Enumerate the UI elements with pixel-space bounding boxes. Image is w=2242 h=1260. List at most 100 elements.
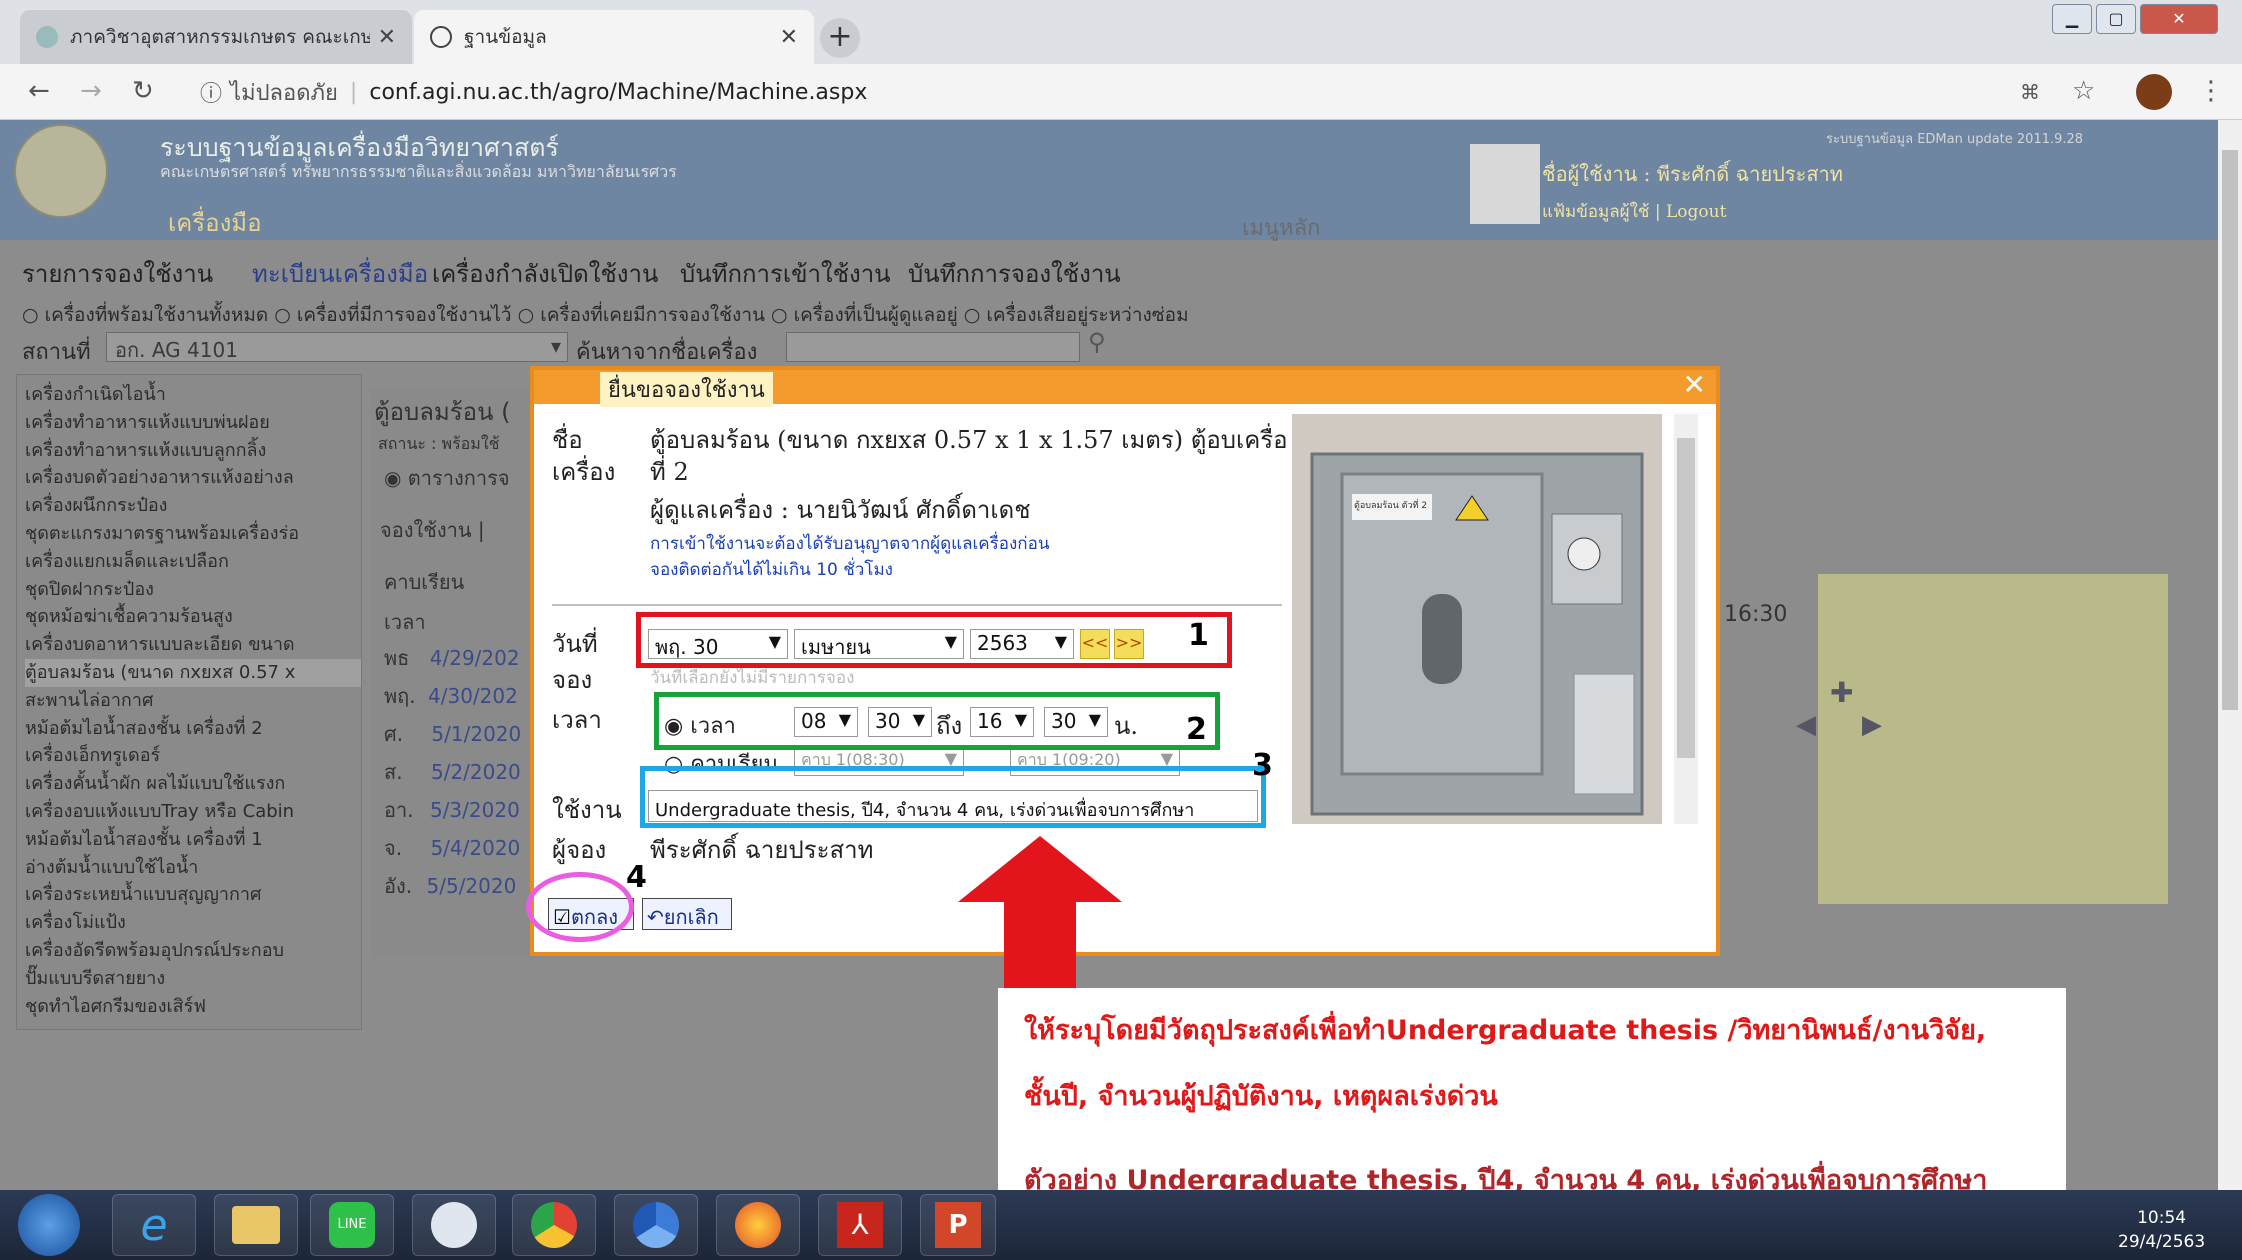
new-tab-button[interactable]: + [820,18,860,58]
list-item[interactable]: เครื่องเอ็กทรูเดอร์ [25,742,361,770]
period-header: คาบเรียน [384,570,465,594]
taskbar-clock[interactable]: 10:54 29/4/2563 [2118,1206,2205,1254]
address-bar[interactable]: ⓘ ไม่ปลอดภัย | conf.agi.nu.ac.th/agro/Ma… [180,72,1960,112]
list-item[interactable]: หม้อต้มไอน้ำสองชั้น เครื่องที่ 2 [25,715,361,743]
page-scrollbar[interactable] [2218,120,2242,1190]
list-item[interactable]: เครื่องอัดรีดพร้อมอุปกรณ์ประกอบ [25,937,361,965]
list-item[interactable]: เครื่องอบแห้งแบบTray หรือ Cabin [25,798,361,826]
list-item[interactable]: ชุดหม้อฆ่าเชื้อความร้อนสูง [25,603,361,631]
date-label-2: จอง [552,666,593,694]
close-tab-icon[interactable]: ✕ [780,25,798,50]
list-item[interactable]: เครื่องแยกเมล็ดและเปลือก [25,548,361,576]
close-window-button[interactable]: ✕ [2140,4,2218,34]
forward-icon[interactable]: → [80,76,102,106]
binoculars-icon[interactable]: ⚲ [1088,328,1106,356]
close-tab-icon[interactable]: ✕ [378,25,396,50]
time-header: เวลา [384,610,426,634]
chrome-alt-icon[interactable] [614,1194,698,1256]
list-item[interactable]: เครื่องระเหยน้ำแบบสุญญากาศ [25,881,361,909]
annotation-4: 4 [626,860,647,895]
firefox-icon[interactable] [716,1194,800,1256]
minimize-button[interactable]: ▁ [2052,4,2092,34]
right-arrow-icon[interactable]: ▶ [1862,710,1882,740]
list-item[interactable]: ชุดทำไอศกรีมของเสิร์ฟ [25,993,361,1021]
tab-in-use[interactable]: เครื่องกำลังเปิดใช้งาน [432,254,658,293]
list-item[interactable]: เครื่องบดอาหารแบบละเอียด ขนาด [25,631,361,659]
list-item[interactable]: ชุดปิดฝากระป๋อง [25,576,361,604]
tab-bookings[interactable]: รายการจองใช้งาน [22,254,213,293]
booker-name: พีระศักดิ์ ฉายประสาท [650,836,874,864]
row-date-link[interactable]: 5/1/2020 [431,722,521,746]
list-item[interactable]: เครื่องทำอาหารแห้งแบบลูกกลิ้ง [25,437,361,465]
logout-link[interactable]: Logout [1666,202,1726,222]
explorer-icon[interactable] [214,1194,298,1256]
dialog-scrollbar[interactable] [1674,414,1698,824]
profile-link[interactable]: แฟ้มข้อมูลผู้ใช้ [1542,202,1649,222]
row-date-link[interactable]: 5/4/2020 [430,836,520,860]
acrobat-icon[interactable]: ⅄ [818,1194,902,1256]
main-menu-link[interactable]: เมนูหลัก [1242,210,1320,245]
tab-booking-log[interactable]: บันทึกการจองใช้งาน [908,254,1121,293]
user-name: ชื่อผู้ใช้งาน : พีระศักดิ์ ฉายประสาท [1542,162,1843,186]
list-item[interactable]: สะพานไล่อากาศ [25,687,361,715]
tab-database[interactable]: ฐานข้อมูล ✕ [414,10,814,64]
scrollbar-thumb[interactable] [2222,150,2238,710]
site-subtitle: คณะเกษตรศาสตร์ ทรัพยากรธรรมชาติและสิ่งแว… [160,162,677,181]
machine-list[interactable]: เครื่องกำเนิดไอน้ำ เครื่องทำอาหารแห้งแบบ… [16,374,362,1030]
list-item[interactable]: เครื่องกำเนิดไอน้ำ [25,381,361,409]
back-icon[interactable]: ← [28,76,50,106]
globe-icon [430,26,452,48]
bookmark-star-icon[interactable]: ☆ [2072,76,2095,106]
row-date-link[interactable]: 4/30/202 [428,684,518,708]
list-item[interactable]: ชุดตะแกรงมาตรฐานพร้อมเครื่องร่อ [25,520,361,548]
maximize-button[interactable]: ▢ [2096,4,2136,34]
row-date-link[interactable]: 5/3/2020 [430,798,520,822]
booker-label: ผู้จอง [552,836,607,864]
detail-title: ตู้อบลมร้อน ( [374,398,511,426]
tab-register[interactable]: ทะเบียนเครื่องมือ [252,254,428,293]
tab-book[interactable]: จองใช้งาน | [380,514,485,546]
list-item[interactable]: หม้อต้มไอน้ำสองชั้น เครื่องที่ 1 [25,826,361,854]
snipping-icon[interactable] [412,1194,496,1256]
list-item[interactable]: เครื่องผนึกกระป๋อง [25,492,361,520]
start-icon[interactable] [18,1194,80,1256]
list-item-selected[interactable]: ตู้อบลมร้อน (ขนาด กxยxส 0.57 x [25,658,361,687]
list-item[interactable]: อ่างต้มน้ำแบบใช้ไอน้ำ [25,854,361,882]
tab-strip: ภาควิชาอุตสาหกรรมเกษตร คณะเกษ... ✕ ฐานข้… [0,0,2242,64]
supervisor: ผู้ดูแลเครื่อง : นายนิวัฒน์ ศักดิ์ดาเดช [650,496,1031,524]
info-icon[interactable]: ⓘ [200,76,222,108]
schedule-row: จ. 5/4/2020 [384,832,520,864]
tab-schedule[interactable]: ◉ ตารางการจ [384,462,510,494]
left-arrow-icon[interactable]: ◀ [1796,710,1816,740]
time-1630: 16:30 [1724,602,1788,627]
insecure-label: ไม่ปลอดภัย [230,80,338,106]
row-date-link[interactable]: 5/2/2020 [431,760,521,784]
location-select[interactable]: อก. AG 4101 ▾ [106,332,568,362]
machine-filter-radios[interactable]: ○ เครื่องที่พร้อมใช้งานทั้งหมด ○ เครื่อง… [22,300,1189,330]
list-item[interactable]: เครื่องบดตัวอย่างอาหารแห้งอย่างล [25,464,361,492]
list-item[interactable]: เครื่องโม่แป้ง [25,909,361,937]
search-machine-input[interactable] [786,332,1080,362]
tab-usage-log[interactable]: บันทึกการเข้าใช้งาน [680,254,891,293]
schedule-row: ศ. 5/1/2020 [384,718,521,750]
scrollbar-thumb[interactable] [1677,438,1695,758]
list-item[interactable]: ปั๊มแบบรีดสายยาง [25,965,361,993]
menu-kebab-icon[interactable]: ⋮ [2198,76,2224,106]
reload-icon[interactable]: ↻ [132,76,154,106]
chrome-icon[interactable] [512,1194,596,1256]
row-date-link[interactable]: 4/29/202 [430,646,520,670]
line-icon[interactable]: LINE [310,1194,394,1256]
up-arrow-icon[interactable]: ✚ [1830,676,1853,709]
list-item[interactable]: เครื่องทำอาหารแห้งแบบพ่นฝอย [25,409,361,437]
row-date-link[interactable]: 5/5/2020 [427,874,517,898]
ie-icon[interactable]: e [112,1194,196,1256]
version-text: ระบบฐานข้อมูล EDMan update 2011.9.28 [1826,132,2084,147]
tab-faculty[interactable]: ภาควิชาอุตสาหกรรมเกษตร คณะเกษ... ✕ [20,10,412,64]
list-item[interactable]: เครื่องคั้นน้ำผัก ผลไม้แบบใช้แรงก [25,770,361,798]
cancel-button[interactable]: ↶ยกเลิก [642,898,732,930]
close-dialog-icon[interactable]: ✕ [1683,368,1706,401]
translate-icon[interactable]: ⌘ [2020,80,2040,104]
powerpoint-icon[interactable]: P [920,1194,996,1256]
highlight-box-time [654,692,1220,750]
profile-avatar[interactable] [2136,74,2172,110]
